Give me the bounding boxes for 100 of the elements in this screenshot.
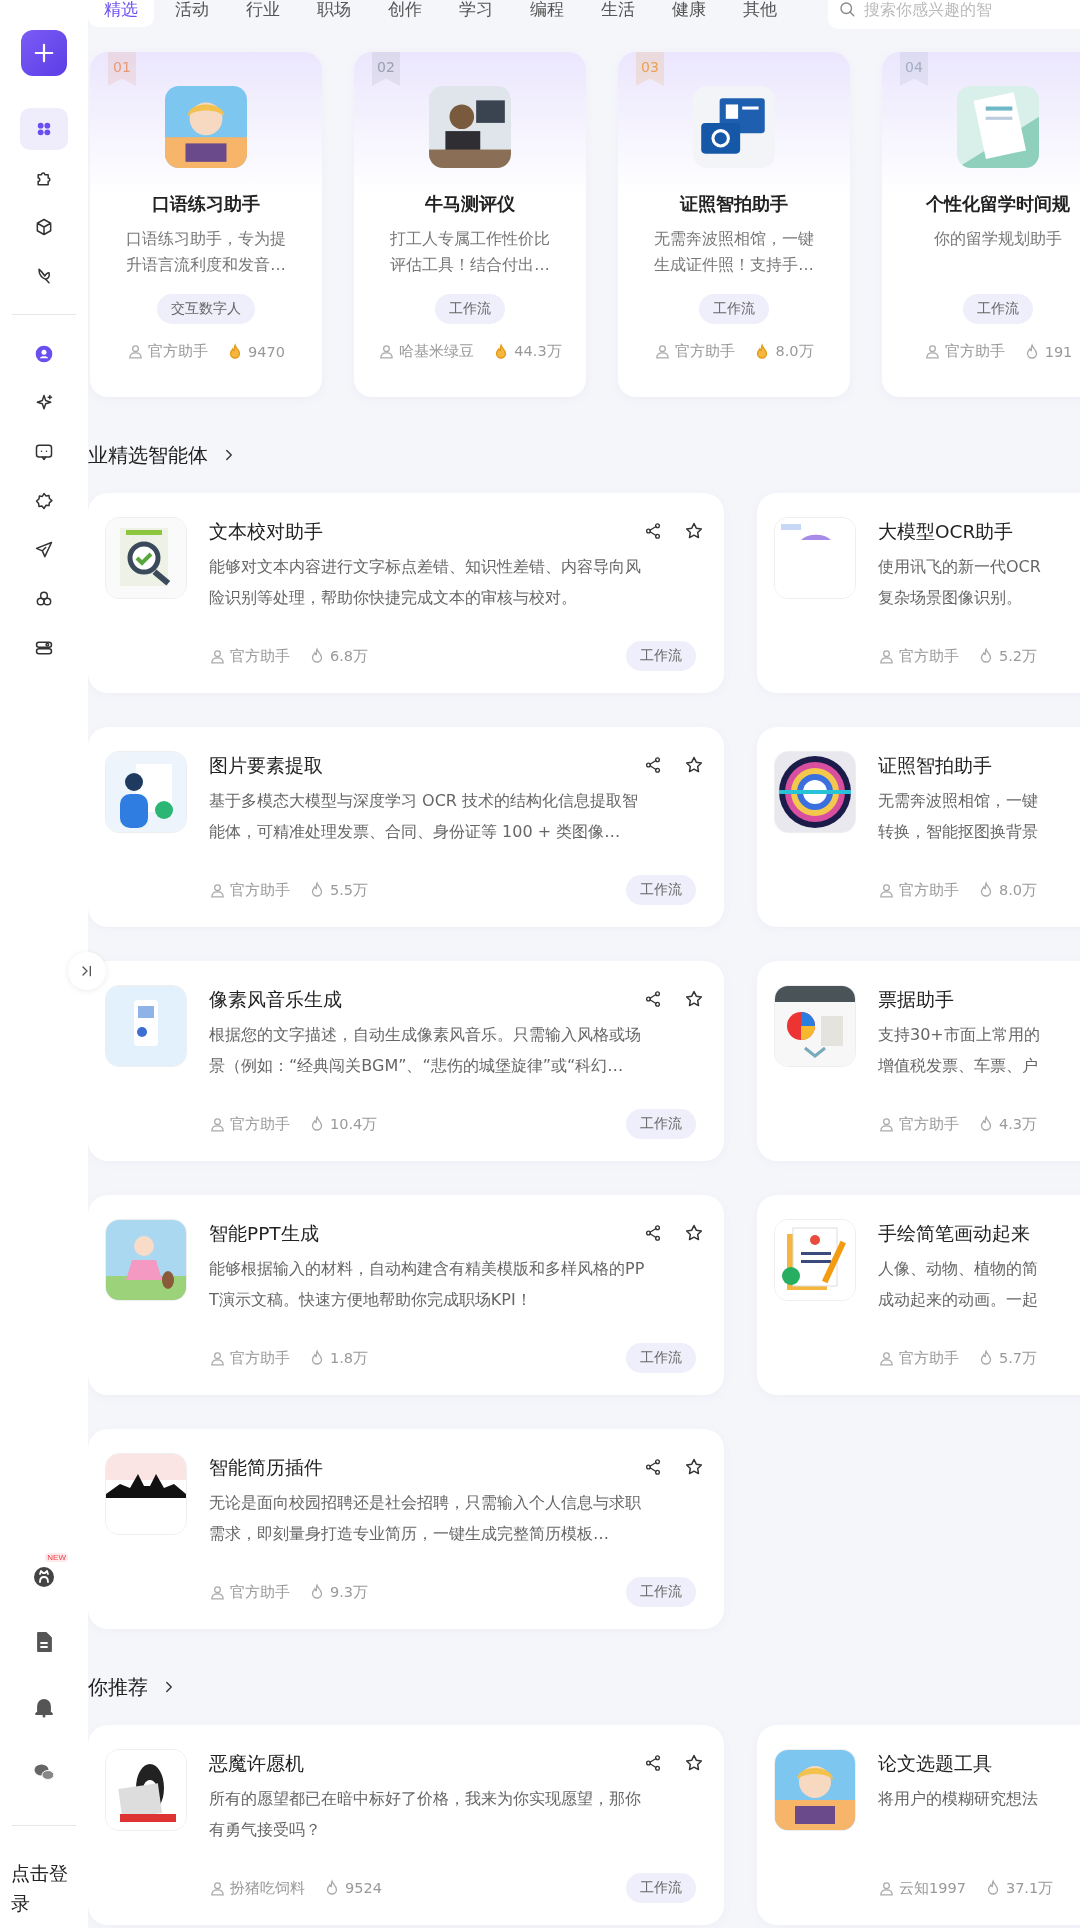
author-name: 扮猪吃饲料 — [230, 1878, 305, 1898]
agent-title: 论文选题工具 — [878, 1751, 993, 1776]
author-name: 官方助手 — [675, 342, 736, 361]
user-icon — [209, 1583, 226, 1601]
agent-card[interactable]: 智能简历插件 无论是面向校园招聘还是社会招聘，只需输入个人信息与求职需求，即刻量身打造专业简历，一键生成完整简历模板… 官方助手 9.3万 工作流 — [88, 1429, 724, 1629]
featured-card[interactable]: 04 个性化留学时间规 你的留学规划助手 工作流 官方助手 191 — [882, 52, 1080, 397]
category-tab[interactable]: 其他 — [727, 0, 793, 27]
usage-count: 191 — [1044, 343, 1073, 360]
rank-ribbon: 04 — [900, 52, 928, 86]
category-tab[interactable]: 创作 — [372, 0, 438, 27]
user-icon — [127, 343, 145, 360]
favorite-button[interactable] — [684, 1223, 704, 1243]
category-tab[interactable]: 职场 — [301, 0, 367, 27]
category-tab[interactable]: 学习 — [443, 0, 509, 27]
agent-card[interactable]: 手绘简笔画动起来 人像、动物、植物的简成动起来的动画。一起 官方助手 5.7万 — [757, 1195, 1080, 1395]
rank-ribbon: 03 — [636, 52, 664, 86]
type-tag: 工作流 — [699, 294, 769, 324]
agent-title: 手绘简笔画动起来 — [878, 1221, 1031, 1246]
featured-card[interactable]: 01 口语练习助手 口语练习助手，专为提升语言流利度和发音… 交互数字人 官方助手 9470 — [90, 52, 322, 397]
type-tag: 工作流 — [626, 1577, 696, 1607]
favorite-button[interactable] — [684, 1753, 704, 1773]
author-name: 官方助手 — [230, 1582, 290, 1602]
type-tag: 交互数字人 — [157, 294, 255, 324]
agent-card[interactable]: 票据助手 支持30+市面上常用的增值税发票、车票、户 官方助手 4.3万 — [757, 961, 1080, 1161]
agent-description: 口语练习助手，专为提升语言流利度和发音… — [125, 229, 287, 276]
author-name: 官方助手 — [899, 1348, 959, 1368]
share-button[interactable] — [644, 756, 662, 774]
usage-count: 5.2万 — [999, 646, 1038, 666]
agent-description: 无需奔波照相馆，一键生成证件照！支持手… — [653, 229, 815, 276]
star-icon — [684, 989, 704, 1009]
agent-description: 支持30+市面上常用的增值税发票、车票、户 — [878, 1024, 1041, 1077]
favorite-button[interactable] — [684, 1457, 704, 1477]
category-tab[interactable]: 生活 — [585, 0, 651, 27]
agent-title: 像素风音乐生成 — [209, 987, 343, 1012]
user-icon — [923, 343, 941, 360]
login-link[interactable]: 点击登录 — [11, 1858, 77, 1918]
add-button[interactable] — [21, 30, 67, 76]
agent-description: 无论是面向校园招聘还是社会招聘，只需输入个人信息与求职需求，即刻量身打造专业简历，一键生成完整简历模板… — [209, 1492, 642, 1545]
category-tab[interactable]: 行业 — [230, 0, 296, 27]
usage-count: 9470 — [248, 343, 285, 360]
author-name: 官方助手 — [899, 1114, 959, 1134]
featured-card[interactable]: 02 牛马测评仪 打工人专属工作性价比评估工具！结合付出… 工作流 哈基米绿豆 44.3万 — [354, 52, 586, 397]
type-tag: 工作流 — [626, 1109, 696, 1139]
search-field[interactable]: 搜索你感兴趣的智 — [862, 0, 1016, 20]
chat-icon — [34, 442, 54, 462]
user-icon — [878, 1115, 895, 1133]
share-icon — [644, 522, 662, 540]
agent-card[interactable]: 智能PPT生成 能够根据输入的材料，自动构建含有精美模版和多样风格的PPT演示文稿。快速方便地帮助你完成职场KPI！ 官方助手 1.8万 工作流 — [88, 1195, 724, 1395]
section-heading[interactable]: 业精选智能体 — [88, 441, 208, 469]
sidebar-item[interactable] — [20, 108, 68, 150]
share-button[interactable] — [644, 1458, 662, 1476]
author-name: 云知1997 — [899, 1878, 966, 1898]
agent-card[interactable]: 恶魔许愿机 所有的愿望都已在暗中标好了价格，我来为你实现愿望，那你有勇气接受吗？ 扮猪吃饲料 9524 工作流 — [88, 1725, 724, 1925]
rank-ribbon: 01 — [108, 52, 136, 86]
badge-icon — [34, 491, 54, 511]
agent-description: 将用户的模糊研究想法 — [878, 1788, 1039, 1810]
favorite-button[interactable] — [684, 521, 704, 541]
agent-description: 所有的愿望都已在暗中标好了价格，我来为你实现愿望，那你有勇气接受吗？ — [209, 1788, 642, 1841]
featured-card[interactable]: 03 证照智拍助手 无需奔波照相馆，一键生成证件照！支持手… 工作流 官方助手 8.0万 — [618, 52, 850, 397]
agent-card[interactable]: 图片要素提取 基于多模态大模型与深度学习 OCR 技术的结构化信息提取智能体，可精准处理发票、合同、身份证等 100 + 类图像… 官方助手 5.5万 工作流 — [88, 727, 724, 927]
share-button[interactable] — [644, 1224, 662, 1242]
usage-count: 9.3万 — [330, 1582, 369, 1602]
category-tab[interactable]: 编程 — [514, 0, 580, 27]
agent-title: 恶魔许愿机 — [209, 1751, 305, 1776]
usage-count: 44.3万 — [514, 342, 562, 361]
user-icon — [654, 343, 672, 360]
agent-card[interactable]: 像素风音乐生成 根据您的文字描述，自动生成像素风音乐。只需输入风格或场景（例如：“经典闯关BGM”、“悲伤的城堡旋律”或“科幻… 官方助手 10.4万 工作流 — [88, 961, 724, 1161]
circles-icon — [34, 589, 54, 609]
usage-count: 6.8万 — [330, 646, 369, 666]
agent-description: 无需奔波照相馆，一键转换，智能抠图换背景 — [878, 790, 1039, 843]
user-icon — [878, 881, 895, 899]
category-tab[interactable]: 活动 — [159, 0, 225, 27]
user-icon — [34, 344, 54, 364]
type-tag: 工作流 — [626, 875, 696, 905]
agent-description: 能够根据输入的材料，自动构建含有精美模版和多样风格的PPT演示文稿。快速方便地帮助你完成职场KPI！ — [209, 1258, 646, 1311]
user-icon — [209, 1349, 226, 1367]
agent-card[interactable]: 大模型OCR助手 使用讯飞的新一代OCR复杂场景图像识别。 官方助手 5.2万 — [757, 493, 1080, 693]
share-button[interactable] — [644, 1754, 662, 1772]
send-icon — [34, 540, 54, 560]
favorite-button[interactable] — [684, 989, 704, 1009]
type-tag: 工作流 — [963, 294, 1033, 324]
user-icon — [378, 343, 396, 360]
search-box[interactable]: 搜索你感兴趣的智 — [828, 0, 1080, 29]
share-button[interactable] — [644, 990, 662, 1008]
category-tab[interactable]: 健康 — [656, 0, 722, 27]
author-name: 官方助手 — [230, 1348, 290, 1368]
agent-title: 智能简历插件 — [209, 1455, 324, 1480]
section-heading[interactable]: 你推荐 — [88, 1673, 148, 1701]
agent-card[interactable]: 文本校对助手 能够对文本内容进行文字标点差错、知识性差错、内容导向风险识别等处理，帮助你快捷完成文本的审核与校对。 官方助手 6.8万 工作流 — [88, 493, 724, 693]
user-icon — [209, 1115, 226, 1133]
star-icon — [684, 1753, 704, 1773]
author-name: 官方助手 — [148, 342, 209, 361]
agent-card[interactable]: 论文选题工具 将用户的模糊研究想法 云知1997 37.1万 — [757, 1725, 1080, 1925]
share-button[interactable] — [644, 522, 662, 540]
cube-icon — [34, 217, 54, 237]
usage-count: 5.5万 — [330, 880, 369, 900]
agent-card[interactable]: 证照智拍助手 无需奔波照相馆，一键转换，智能抠图换背景 官方助手 8.0万 — [757, 727, 1080, 927]
agent-title: 票据助手 — [878, 987, 955, 1012]
favorite-button[interactable] — [684, 755, 704, 775]
category-tab[interactable]: 精选 — [88, 0, 154, 27]
